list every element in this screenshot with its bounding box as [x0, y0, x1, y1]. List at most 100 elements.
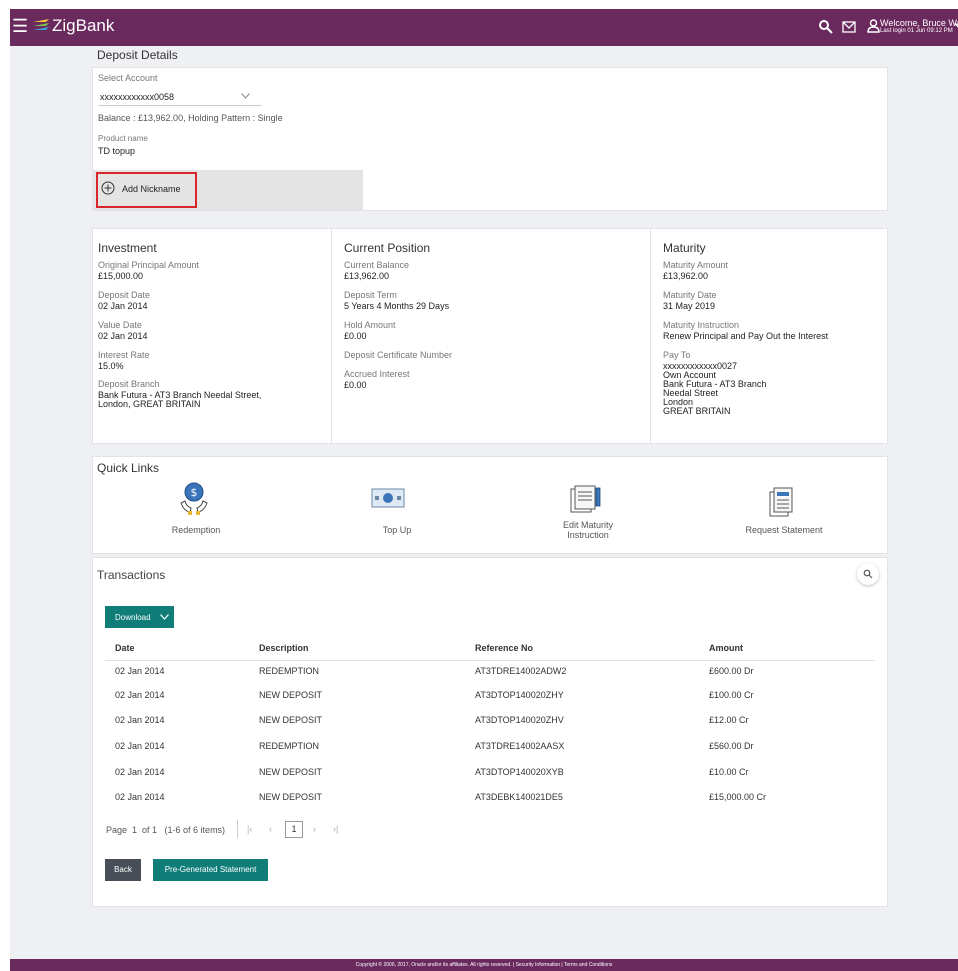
cell-amount: £10.00 Cr [709, 767, 749, 777]
cell-date: 02 Jan 2014 [115, 715, 165, 725]
redemption-icon[interactable]: $ [178, 481, 210, 515]
header-divider [105, 660, 875, 661]
investment-section: Investment Original Principal Amount £15… [92, 229, 332, 443]
product-name-label: Product name [98, 134, 148, 143]
welcome-text: Welcome, Bruce Wayne [880, 18, 958, 28]
download-button[interactable]: Download [105, 606, 174, 628]
maturity-date-value: 31 May 2019 [663, 301, 716, 311]
original-principal-value: £15,000.00 [98, 271, 144, 281]
cell-date: 02 Jan 2014 [115, 741, 165, 751]
page-title: Deposit Details [97, 48, 178, 62]
maturity-instruction-label: Maturity Instruction [663, 320, 740, 330]
mail-icon[interactable] [842, 21, 856, 33]
maturity-instruction-value: Renew Principal and Pay Out the Interest [663, 331, 829, 341]
current-balance-value: £13,962.00 [344, 271, 390, 281]
column-header-description[interactable]: Description [259, 643, 309, 653]
transactions-search-button[interactable] [857, 563, 879, 585]
account-select[interactable]: xxxxxxxxxxxx0058 [98, 88, 262, 106]
cell-amount: £12.00 Cr [709, 715, 749, 725]
quick-link-redemption[interactable]: Redemption [126, 525, 266, 535]
deposit-date-value: 02 Jan 2014 [98, 301, 148, 311]
app-name[interactable]: ZigBank [52, 16, 114, 36]
transactions-heading: Transactions [97, 568, 166, 582]
top-up-icon[interactable] [371, 488, 405, 508]
chevron-down-icon[interactable] [954, 20, 958, 32]
search-icon[interactable] [818, 19, 834, 35]
pre-generated-statement-button[interactable]: Pre-Generated Statement [153, 859, 268, 881]
user-icon[interactable] [867, 19, 880, 33]
pay-to-line5: GREAT BRITAIN [663, 406, 731, 416]
cell-date: 02 Jan 2014 [115, 690, 165, 700]
cell-amount: £560.00 Dr [709, 741, 754, 751]
pager-text: Page 1 of 1 (1-6 of 6 items) [106, 825, 226, 835]
select-account-label: Select Account [98, 73, 158, 83]
add-circle-icon[interactable] [101, 181, 115, 195]
cell-description: NEW DEPOSIT [259, 792, 323, 802]
deposit-term-value: 5 Years 4 Months 29 Days [344, 301, 450, 311]
deposit-date-label: Deposit Date [98, 290, 151, 300]
hold-amount-label: Hold Amount [344, 320, 396, 330]
value-date-value: 02 Jan 2014 [98, 331, 148, 341]
original-principal-label: Original Principal Amount [98, 260, 200, 270]
footer: Copyright © 2006, 2017, Oracle and/or it… [10, 959, 958, 971]
request-statement-icon[interactable] [767, 487, 795, 517]
maturity-amount-label: Maturity Amount [663, 260, 729, 270]
maturity-amount-value: £13,962.00 [663, 271, 709, 281]
cell-date: 02 Jan 2014 [115, 792, 165, 802]
accrued-interest-label: Accrued Interest [344, 369, 410, 379]
current-position-heading: Current Position [344, 241, 431, 255]
investment-heading: Investment [98, 241, 157, 255]
value-date-label: Value Date [98, 320, 142, 330]
cell-amount: £15,000.00 Cr [709, 792, 767, 802]
current-page-box[interactable]: 1 [285, 821, 303, 838]
current-position-section: Current Position Current Balance £13,962… [332, 229, 651, 443]
menu-icon[interactable]: ☰ [12, 17, 28, 35]
last-page-icon[interactable]: ›| [333, 824, 338, 834]
interest-rate-label: Interest Rate [98, 350, 150, 360]
welcome-block[interactable]: Welcome, Bruce Wayne Last login 01 Jun 0… [880, 18, 958, 34]
cell-reference: AT3TDRE14002ADW2 [475, 666, 567, 676]
back-button[interactable]: Back [105, 859, 141, 881]
cell-reference: AT3TDRE14002AASX [475, 741, 565, 751]
pager-divider [237, 820, 238, 838]
cell-description: NEW DEPOSIT [259, 715, 323, 725]
cell-reference: AT3DTOP140020ZHV [475, 715, 564, 725]
search-icon [863, 569, 873, 579]
cell-description: REDEMPTION [259, 741, 320, 751]
current-balance-label: Current Balance [344, 260, 410, 270]
column-header-date[interactable]: Date [115, 643, 135, 653]
cell-reference: AT3DTOP140020XYB [475, 767, 564, 777]
transactions-card [92, 557, 888, 907]
cell-date: 02 Jan 2014 [115, 666, 165, 676]
cell-date: 02 Jan 2014 [115, 767, 165, 777]
edit-maturity-icon[interactable] [568, 485, 602, 513]
next-page-icon[interactable]: › [313, 824, 316, 834]
balance-line: Balance : £13,962.00, Holding Pattern : … [98, 113, 283, 123]
download-label: Download [115, 613, 151, 622]
add-nickname-label[interactable]: Add Nickname [122, 184, 181, 194]
hold-amount-value: £0.00 [344, 331, 367, 341]
cell-amount: £100.00 Cr [709, 690, 754, 700]
chevron-down-icon [160, 614, 169, 620]
quick-link-edit-maturity-line1[interactable]: Edit Maturity [518, 520, 658, 530]
column-header-amount[interactable]: Amount [709, 643, 743, 653]
last-login-text: Last login 01 Jun 09:12 PM [880, 28, 953, 34]
cell-reference: AT3DEBK140021DE5 [475, 792, 563, 802]
cell-description: NEW DEPOSIT [259, 690, 323, 700]
zigbank-logo-icon [33, 19, 49, 30]
quick-link-edit-maturity-line2[interactable]: Instruction [518, 530, 658, 540]
maturity-section: Maturity Maturity Amount £13,962.00 Matu… [651, 229, 888, 443]
account-select-value: xxxxxxxxxxxx0058 [100, 92, 175, 102]
maturity-heading: Maturity [663, 241, 706, 255]
maturity-date-label: Maturity Date [663, 290, 717, 300]
quick-links-heading: Quick Links [97, 461, 160, 475]
svg-text:$: $ [191, 486, 198, 499]
column-header-reference[interactable]: Reference No [475, 643, 533, 653]
deposit-term-label: Deposit Term [344, 290, 397, 300]
prev-page-icon[interactable]: ‹ [269, 824, 272, 834]
quick-link-top-up[interactable]: Top Up [327, 525, 467, 535]
first-page-icon[interactable]: |‹ [247, 824, 252, 834]
certificate-number-label: Deposit Certificate Number [344, 350, 453, 360]
quick-link-request-statement[interactable]: Request Statement [714, 525, 854, 535]
cell-description: NEW DEPOSIT [259, 767, 323, 777]
